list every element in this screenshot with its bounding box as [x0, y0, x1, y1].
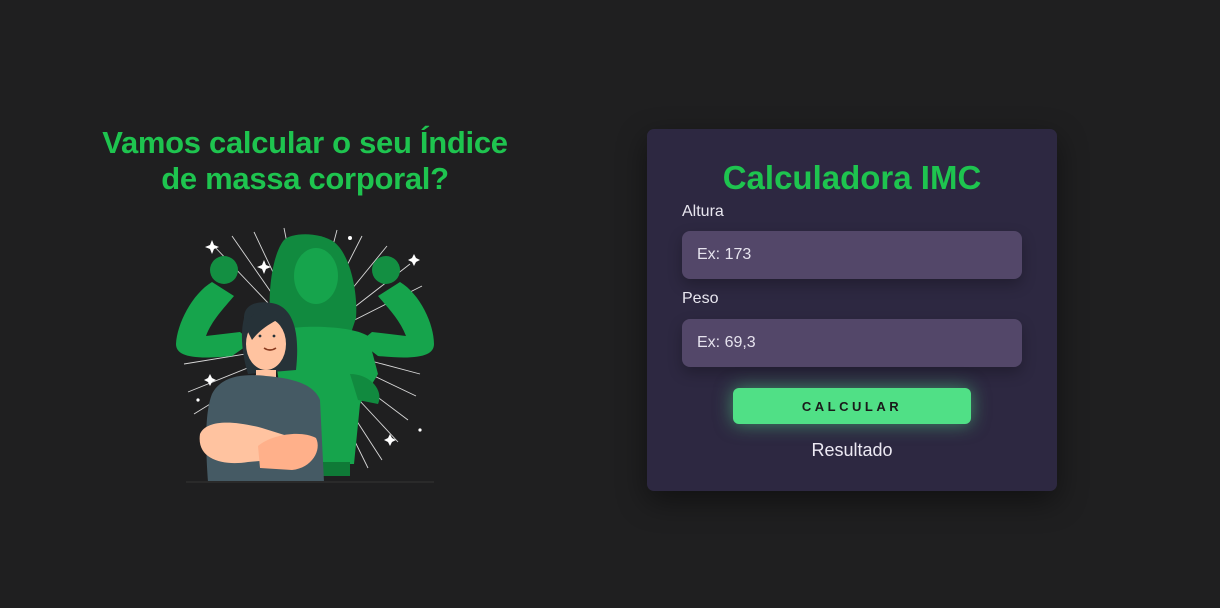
- weight-label: Peso: [682, 290, 719, 307]
- page: Vamos calcular o seu Índice de massa cor…: [0, 0, 1220, 608]
- height-input[interactable]: [682, 231, 1022, 279]
- strong-women-illustration: [176, 227, 434, 483]
- result-text: Resultado: [811, 440, 893, 460]
- hero-headline: Vamos calcular o seu Índice de massa cor…: [102, 125, 508, 196]
- weight-input[interactable]: [682, 319, 1022, 367]
- hero-section: Vamos calcular o seu Índice de massa cor…: [95, 125, 515, 197]
- calculate-button[interactable]: CALCULAR: [733, 388, 971, 424]
- bmi-calculator-card: Calculadora IMC Altura Peso CALCULAR Res…: [647, 129, 1057, 491]
- calculator-title: Calculadora IMC: [722, 159, 982, 196]
- height-label: Altura: [682, 203, 724, 220]
